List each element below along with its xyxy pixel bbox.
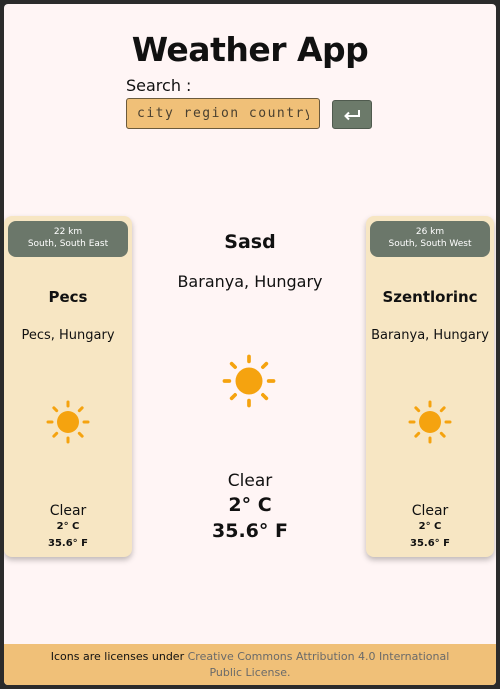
sun-icon <box>408 400 452 444</box>
sun-ray <box>229 393 237 401</box>
search-label: Search : <box>126 76 192 95</box>
sun-ray <box>77 406 84 413</box>
sun-icon <box>46 400 90 444</box>
sun-ray <box>414 406 421 413</box>
distance-value: 26 km <box>415 227 445 237</box>
sun-ray <box>439 406 446 413</box>
temp-celsius: 2° C <box>418 521 442 532</box>
footer-text: Icons are licenses under <box>50 650 185 663</box>
distance-badge: 26 km South, South West <box>370 221 490 257</box>
sun-ray <box>414 431 421 438</box>
city-region: Baranya, Hungary <box>371 328 489 343</box>
app-title: Weather App <box>131 30 369 69</box>
search-submit-button[interactable] <box>332 100 372 129</box>
sun-ray <box>52 406 59 413</box>
sun-ray <box>77 431 84 438</box>
sun-core <box>419 411 441 433</box>
search-input[interactable] <box>126 98 320 129</box>
sun-ray <box>261 393 269 401</box>
temp-fahrenheit: 35.6° F <box>410 538 450 549</box>
sun-ray <box>261 361 269 369</box>
sun-icon <box>222 354 276 408</box>
weather-app: Weather App Search : 22 km South, South … <box>4 4 496 685</box>
city-region: Pecs, Hungary <box>21 328 115 343</box>
sun-core <box>57 411 79 433</box>
license-link[interactable]: Creative Commons Attribution 4.0 Interna… <box>188 650 450 679</box>
enter-icon <box>344 109 360 120</box>
condition-text: Clear <box>411 503 449 519</box>
city-name: Szentlorinc <box>382 288 478 306</box>
direction-value: South, South West <box>388 239 472 249</box>
sun-core <box>235 367 263 395</box>
license-footer: Icons are licenses under Creative Common… <box>4 644 496 685</box>
sun-ray <box>229 361 237 369</box>
sun-ray <box>52 431 59 438</box>
nearby-card-right[interactable]: 26 km South, South West Szentlorinc Bara… <box>366 216 494 557</box>
sun-ray <box>439 431 446 438</box>
